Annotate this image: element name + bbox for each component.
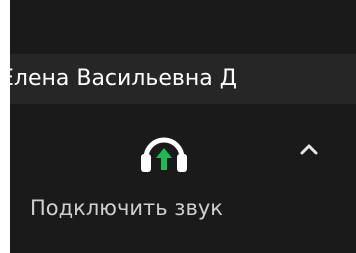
audio-options-button[interactable] — [294, 136, 324, 162]
chevron-up-icon — [300, 144, 318, 155]
headphones-arrow-up-icon — [141, 137, 187, 172]
meeting-toolbar: Елена Васильевна Д Подключить звук — [10, 0, 356, 253]
join-audio-button[interactable] — [136, 126, 192, 174]
participant-name: Елена Васильевна Д — [10, 66, 237, 91]
participant-name-bar: Елена Васильевна Д — [10, 54, 356, 104]
join-audio-label[interactable]: Подключить звук — [10, 196, 356, 220]
